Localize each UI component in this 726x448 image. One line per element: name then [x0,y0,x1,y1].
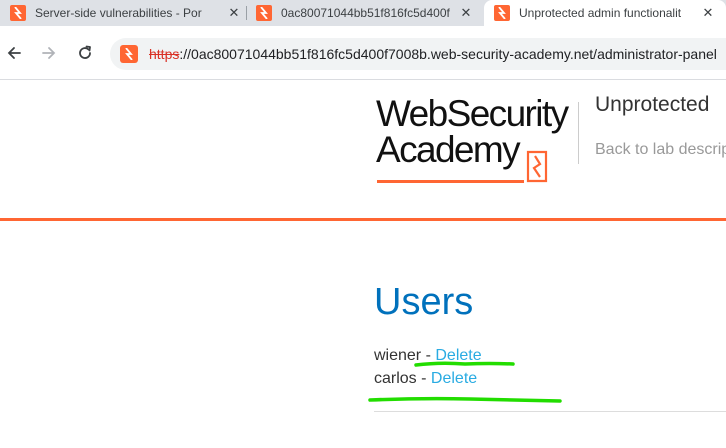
reload-icon [79,45,91,59]
user-row-wiener: wiener - Delete [374,346,482,366]
user-row-carlos: carlos - Delete [374,369,477,389]
portswigger-lightning-icon [256,5,272,21]
logo-line-1: WebSecurity [376,93,569,134]
header-orange-rule [0,218,726,221]
user-name: wiener [374,347,422,364]
logo-lightning-icon [526,150,548,183]
browser-toolbar: https://0ac80071044bb51f816fc5d400f7008b… [0,26,726,80]
delete-wiener-link[interactable]: Delete [435,347,481,364]
reload-button[interactable] [73,41,97,65]
user-separator: - [416,370,431,387]
tab-title: 0ac80071044bb51f816fc5d400f [281,6,450,20]
tab-strip: Server-side vulnerabilities - Por ✕ 0ac8… [0,0,726,26]
delete-carlos-link[interactable]: Delete [431,370,477,387]
logo-underline [377,180,524,183]
tab-server-side-vulnerabilities[interactable]: Server-side vulnerabilities - Por ✕ [10,0,242,26]
green-underline-carlos-row [368,396,562,403]
tab-title: Unprotected admin functionalit [519,6,682,20]
web-security-academy-logo[interactable]: WebSecurity Academy [376,93,576,183]
back-button[interactable] [2,41,26,65]
close-icon[interactable]: ✕ [226,5,242,21]
user-separator: - [421,347,436,364]
portswigger-lightning-icon [10,5,26,21]
tab-lab-instance[interactable]: 0ac80071044bb51f816fc5d400f ✕ [256,0,474,26]
portswigger-lightning-icon [494,5,510,21]
tab-title: Server-side vulnerabilities - Por [35,6,202,20]
url-scheme: https [149,46,180,62]
content-divider [374,411,726,412]
lab-title: Unprotected [595,93,710,116]
header-divider [578,102,579,164]
close-icon[interactable]: ✕ [458,5,474,21]
arrow-left-icon [7,47,21,59]
tab-divider [246,6,247,20]
tab-unprotected-admin[interactable]: Unprotected admin functionalit ✕ [484,0,726,26]
forward-button[interactable] [37,41,61,65]
address-bar[interactable]: https://0ac80071044bb51f816fc5d400f7008b… [110,38,726,70]
green-annotation-marks [368,361,562,403]
page-content: WebSecurity Academy Unprotected Back to … [0,80,726,448]
portswigger-lightning-icon[interactable] [120,45,138,63]
users-heading: Users [374,281,474,323]
close-icon[interactable]: ✕ [700,5,716,21]
url-text: ://0ac80071044bb51f816fc5d400f7008b.web-… [179,46,717,62]
user-name: carlos [374,370,417,387]
back-to-lab-description-link[interactable]: Back to lab descrip [595,141,726,159]
arrow-right-icon [42,47,56,59]
